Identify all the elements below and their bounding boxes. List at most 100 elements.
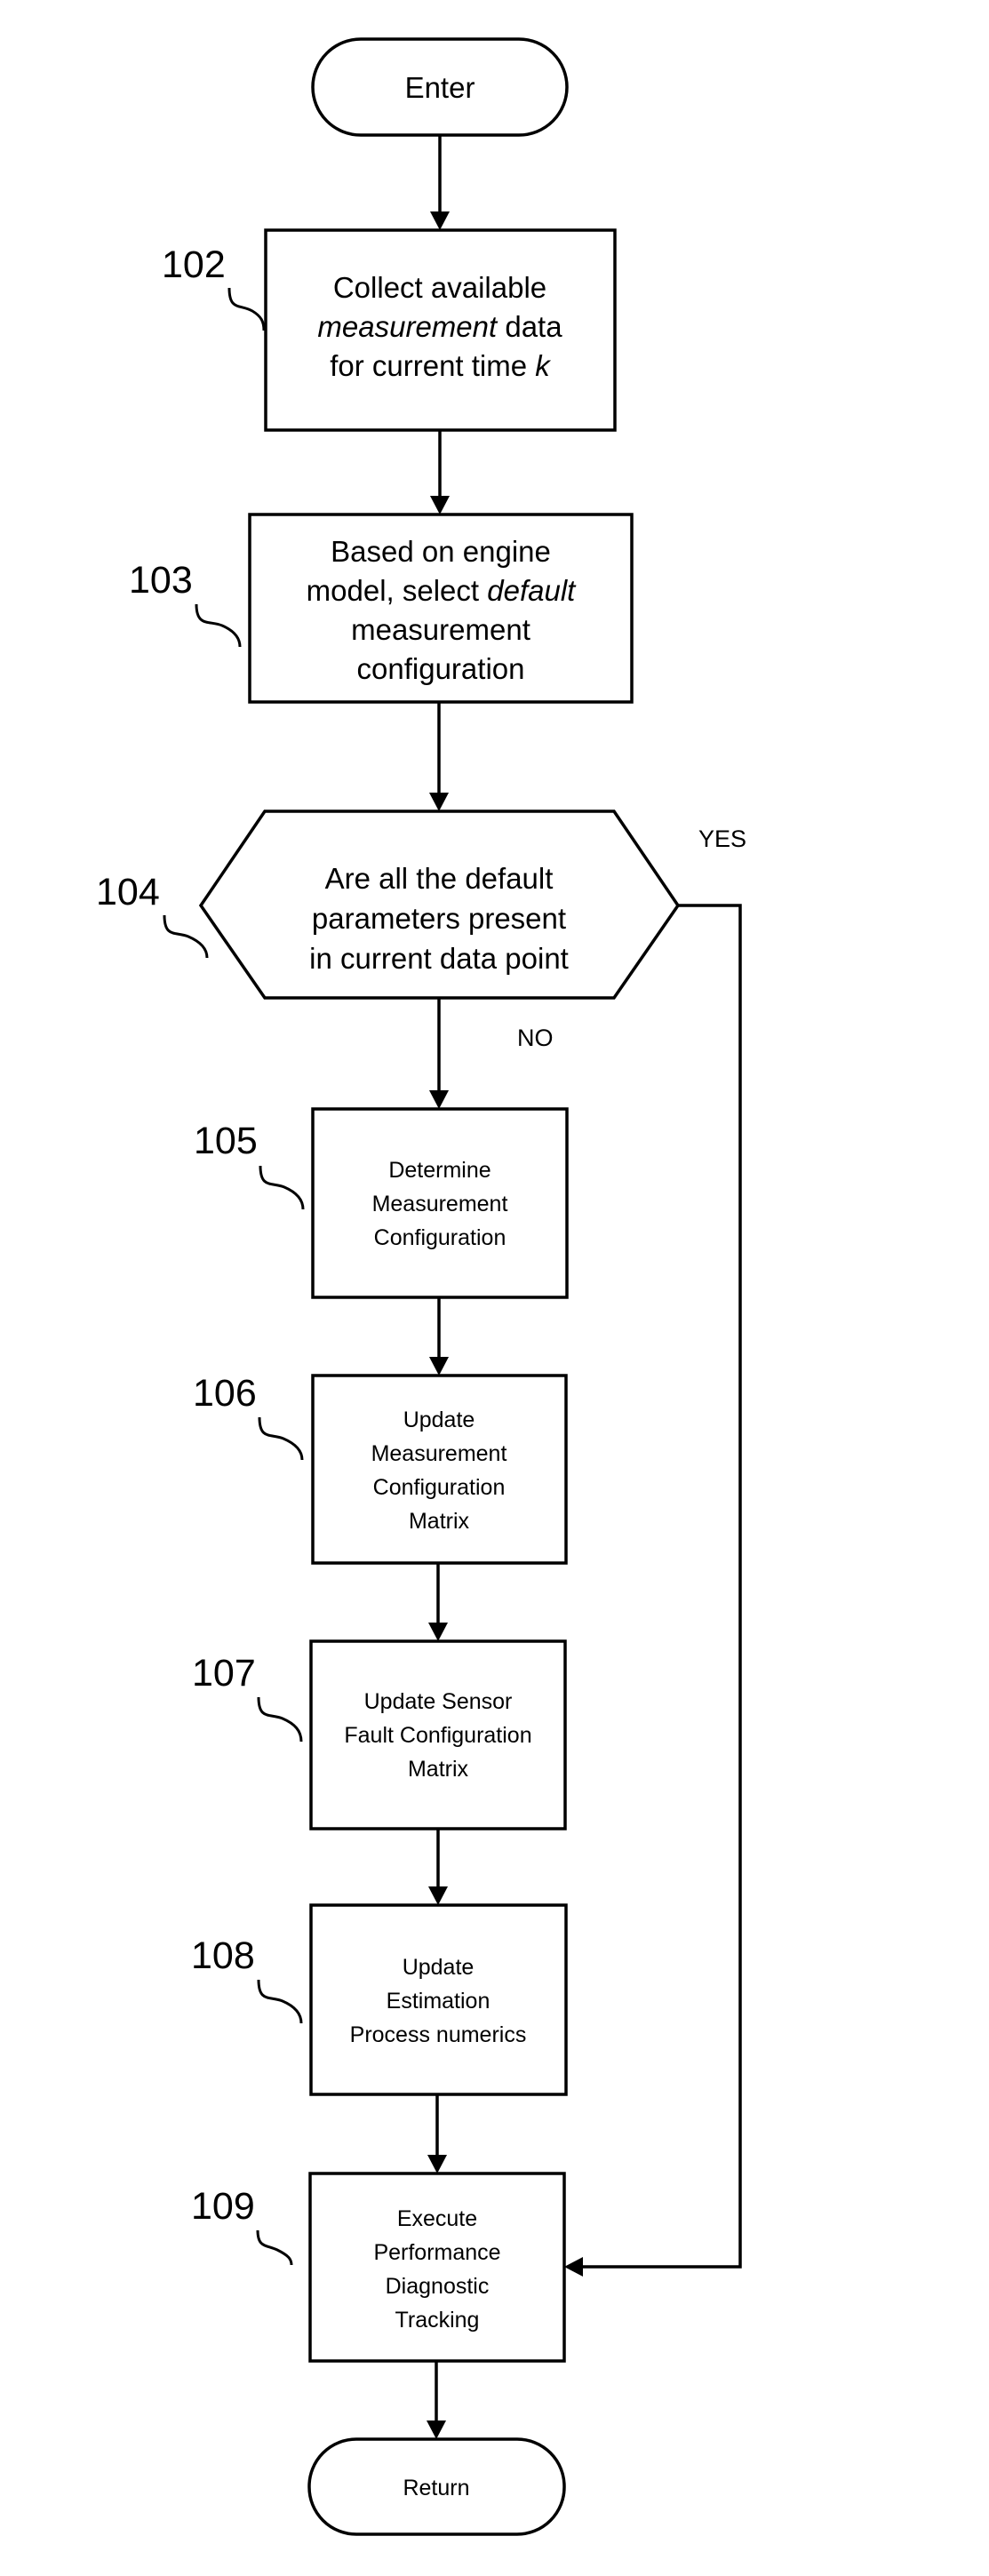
- text-segment: Update Sensor: [364, 1689, 513, 1714]
- decision-104: Are all the default parameters present in …: [96, 809, 746, 1051]
- text-segment: measurement: [351, 613, 530, 646]
- text-segment: Tracking: [395, 2308, 480, 2333]
- text-segment: parameters present: [312, 902, 566, 935]
- step-103-ref: 103: [129, 559, 193, 602]
- arrow-103-to-104: [429, 702, 449, 811]
- step-text-line: model, select default: [307, 574, 578, 607]
- step-text-line: Update: [403, 1408, 475, 1432]
- step-107: Update Sensor Fault Configuration Matrix 1…: [192, 1639, 567, 1830]
- flowchart: Enter Collect available measurement data f…: [96, 37, 746, 2536]
- step-103: Based on engine model, select default meas…: [129, 513, 634, 704]
- text-segment: in current data point: [309, 942, 569, 975]
- step-text-line: Based on engine: [331, 535, 551, 568]
- step-text-line: Measurement: [371, 1441, 507, 1466]
- emphasized-text: default: [487, 574, 577, 607]
- text-segment: Determine: [388, 1158, 491, 1183]
- text-segment: Collect available: [333, 271, 546, 304]
- step-text-line: Execute: [397, 2206, 477, 2231]
- text-segment: Measurement: [371, 1441, 507, 1466]
- step-text-line: Determine: [388, 1158, 491, 1183]
- step-text-line: Are all the default: [325, 862, 554, 895]
- text-segment: data: [497, 310, 562, 343]
- text-segment: Process numerics: [350, 2022, 527, 2047]
- step-109: Execute Performance Diagnostic Tracking 109: [191, 2172, 566, 2363]
- decision-104-ref: 104: [96, 871, 160, 913]
- text-segment: Estimation: [387, 1989, 491, 2014]
- step-text-line: Performance: [373, 2240, 500, 2265]
- step-text-line: Diagnostic: [386, 2274, 490, 2299]
- text-segment: Execute: [397, 2206, 477, 2231]
- arrow-106-to-107: [428, 1563, 448, 1641]
- step-109-leader: [256, 2229, 293, 2266]
- step-text-line: Update Sensor: [364, 1689, 513, 1714]
- step-text-line: Configuration: [374, 1225, 506, 1250]
- step-text-line: for current time k: [330, 349, 551, 382]
- step-105-leader: [259, 1165, 305, 1210]
- text-segment: Matrix: [408, 1757, 469, 1782]
- step-text-line: in current data point: [309, 942, 569, 975]
- step-text-line: measurement: [351, 613, 530, 646]
- step-107-leader: [257, 1696, 303, 1743]
- step-102-ref: 102: [162, 243, 226, 286]
- arrow-107-to-108: [428, 1829, 448, 1905]
- text-segment: Diagnostic: [386, 2274, 490, 2299]
- step-text-line: Measurement: [372, 1192, 508, 1216]
- step-105: Determine Measurement Configuration 105: [194, 1107, 569, 1299]
- text-segment: configuration: [357, 652, 525, 685]
- arrow-105-to-106: [429, 1297, 449, 1376]
- text-segment: Configuration: [373, 1475, 506, 1500]
- text-segment: Matrix: [409, 1509, 470, 1534]
- step-text-line: Matrix: [409, 1509, 470, 1534]
- step-108-ref: 108: [191, 1934, 255, 1977]
- start-terminal: Enter: [311, 37, 569, 137]
- step-text-line: Configuration: [373, 1475, 506, 1500]
- emphasized-text: measurement: [317, 310, 498, 343]
- step-102-leader: [227, 287, 266, 331]
- step-107-ref: 107: [192, 1652, 256, 1695]
- emphasized-text: k: [535, 349, 551, 382]
- step-text-line: Estimation: [387, 1989, 491, 2014]
- step-text-line: Fault Configuration: [344, 1723, 531, 1748]
- step-108: Update Estimation Process numerics 108: [191, 1903, 568, 2096]
- text-segment: Based on engine: [331, 535, 551, 568]
- step-text-line: parameters present: [312, 902, 566, 935]
- text-segment: Update: [403, 1955, 475, 1980]
- step-text-line: Process numerics: [350, 2022, 527, 2047]
- step-106: Update Measurement Configuration Matrix 106: [193, 1372, 568, 1565]
- yes-branch-label: YES: [698, 825, 746, 852]
- end-terminal-label: Return: [403, 2476, 469, 2500]
- text-segment: Update: [403, 1408, 475, 1432]
- decision-104-text: Are all the default parameters present in …: [309, 862, 569, 975]
- step-102: Collect available measurement data for cur…: [162, 228, 617, 432]
- step-106-ref: 106: [193, 1372, 257, 1415]
- step-102-text: Collect available measurement data for cur…: [317, 271, 562, 382]
- step-text-line: Matrix: [408, 1757, 469, 1782]
- decision-104-leader: [163, 914, 209, 959]
- step-109-ref: 109: [191, 2185, 255, 2228]
- text-segment: Are all the default: [325, 862, 554, 895]
- arrow-108-to-109: [427, 2094, 447, 2173]
- step-text-line: Update: [403, 1955, 475, 1980]
- step-text-line: configuration: [357, 652, 525, 685]
- step-105-ref: 105: [194, 1120, 258, 1162]
- arrow-enter-to-102: [430, 135, 450, 230]
- text-segment: model, select: [307, 574, 488, 607]
- text-segment: Fault Configuration: [344, 1723, 531, 1748]
- text-segment: Configuration: [374, 1225, 506, 1250]
- no-branch-label: NO: [517, 1025, 554, 1051]
- step-text-line: measurement data: [317, 310, 562, 343]
- step-106-leader: [258, 1416, 304, 1461]
- text-segment: for current time: [330, 349, 535, 382]
- step-text-line: Tracking: [395, 2308, 480, 2333]
- step-109-box: [308, 2172, 566, 2363]
- step-106-box: [311, 1374, 568, 1565]
- end-terminal: Return: [307, 2437, 566, 2536]
- start-terminal-label: Enter: [405, 71, 475, 104]
- arrow-109-to-return: [427, 2361, 446, 2439]
- step-text-line: Collect available: [333, 271, 546, 304]
- text-segment: Measurement: [372, 1192, 508, 1216]
- step-105-text: Determine Measurement Configuration: [372, 1158, 508, 1250]
- step-103-leader: [195, 603, 242, 648]
- arrow-102-to-103: [430, 430, 450, 514]
- text-segment: Performance: [373, 2240, 500, 2265]
